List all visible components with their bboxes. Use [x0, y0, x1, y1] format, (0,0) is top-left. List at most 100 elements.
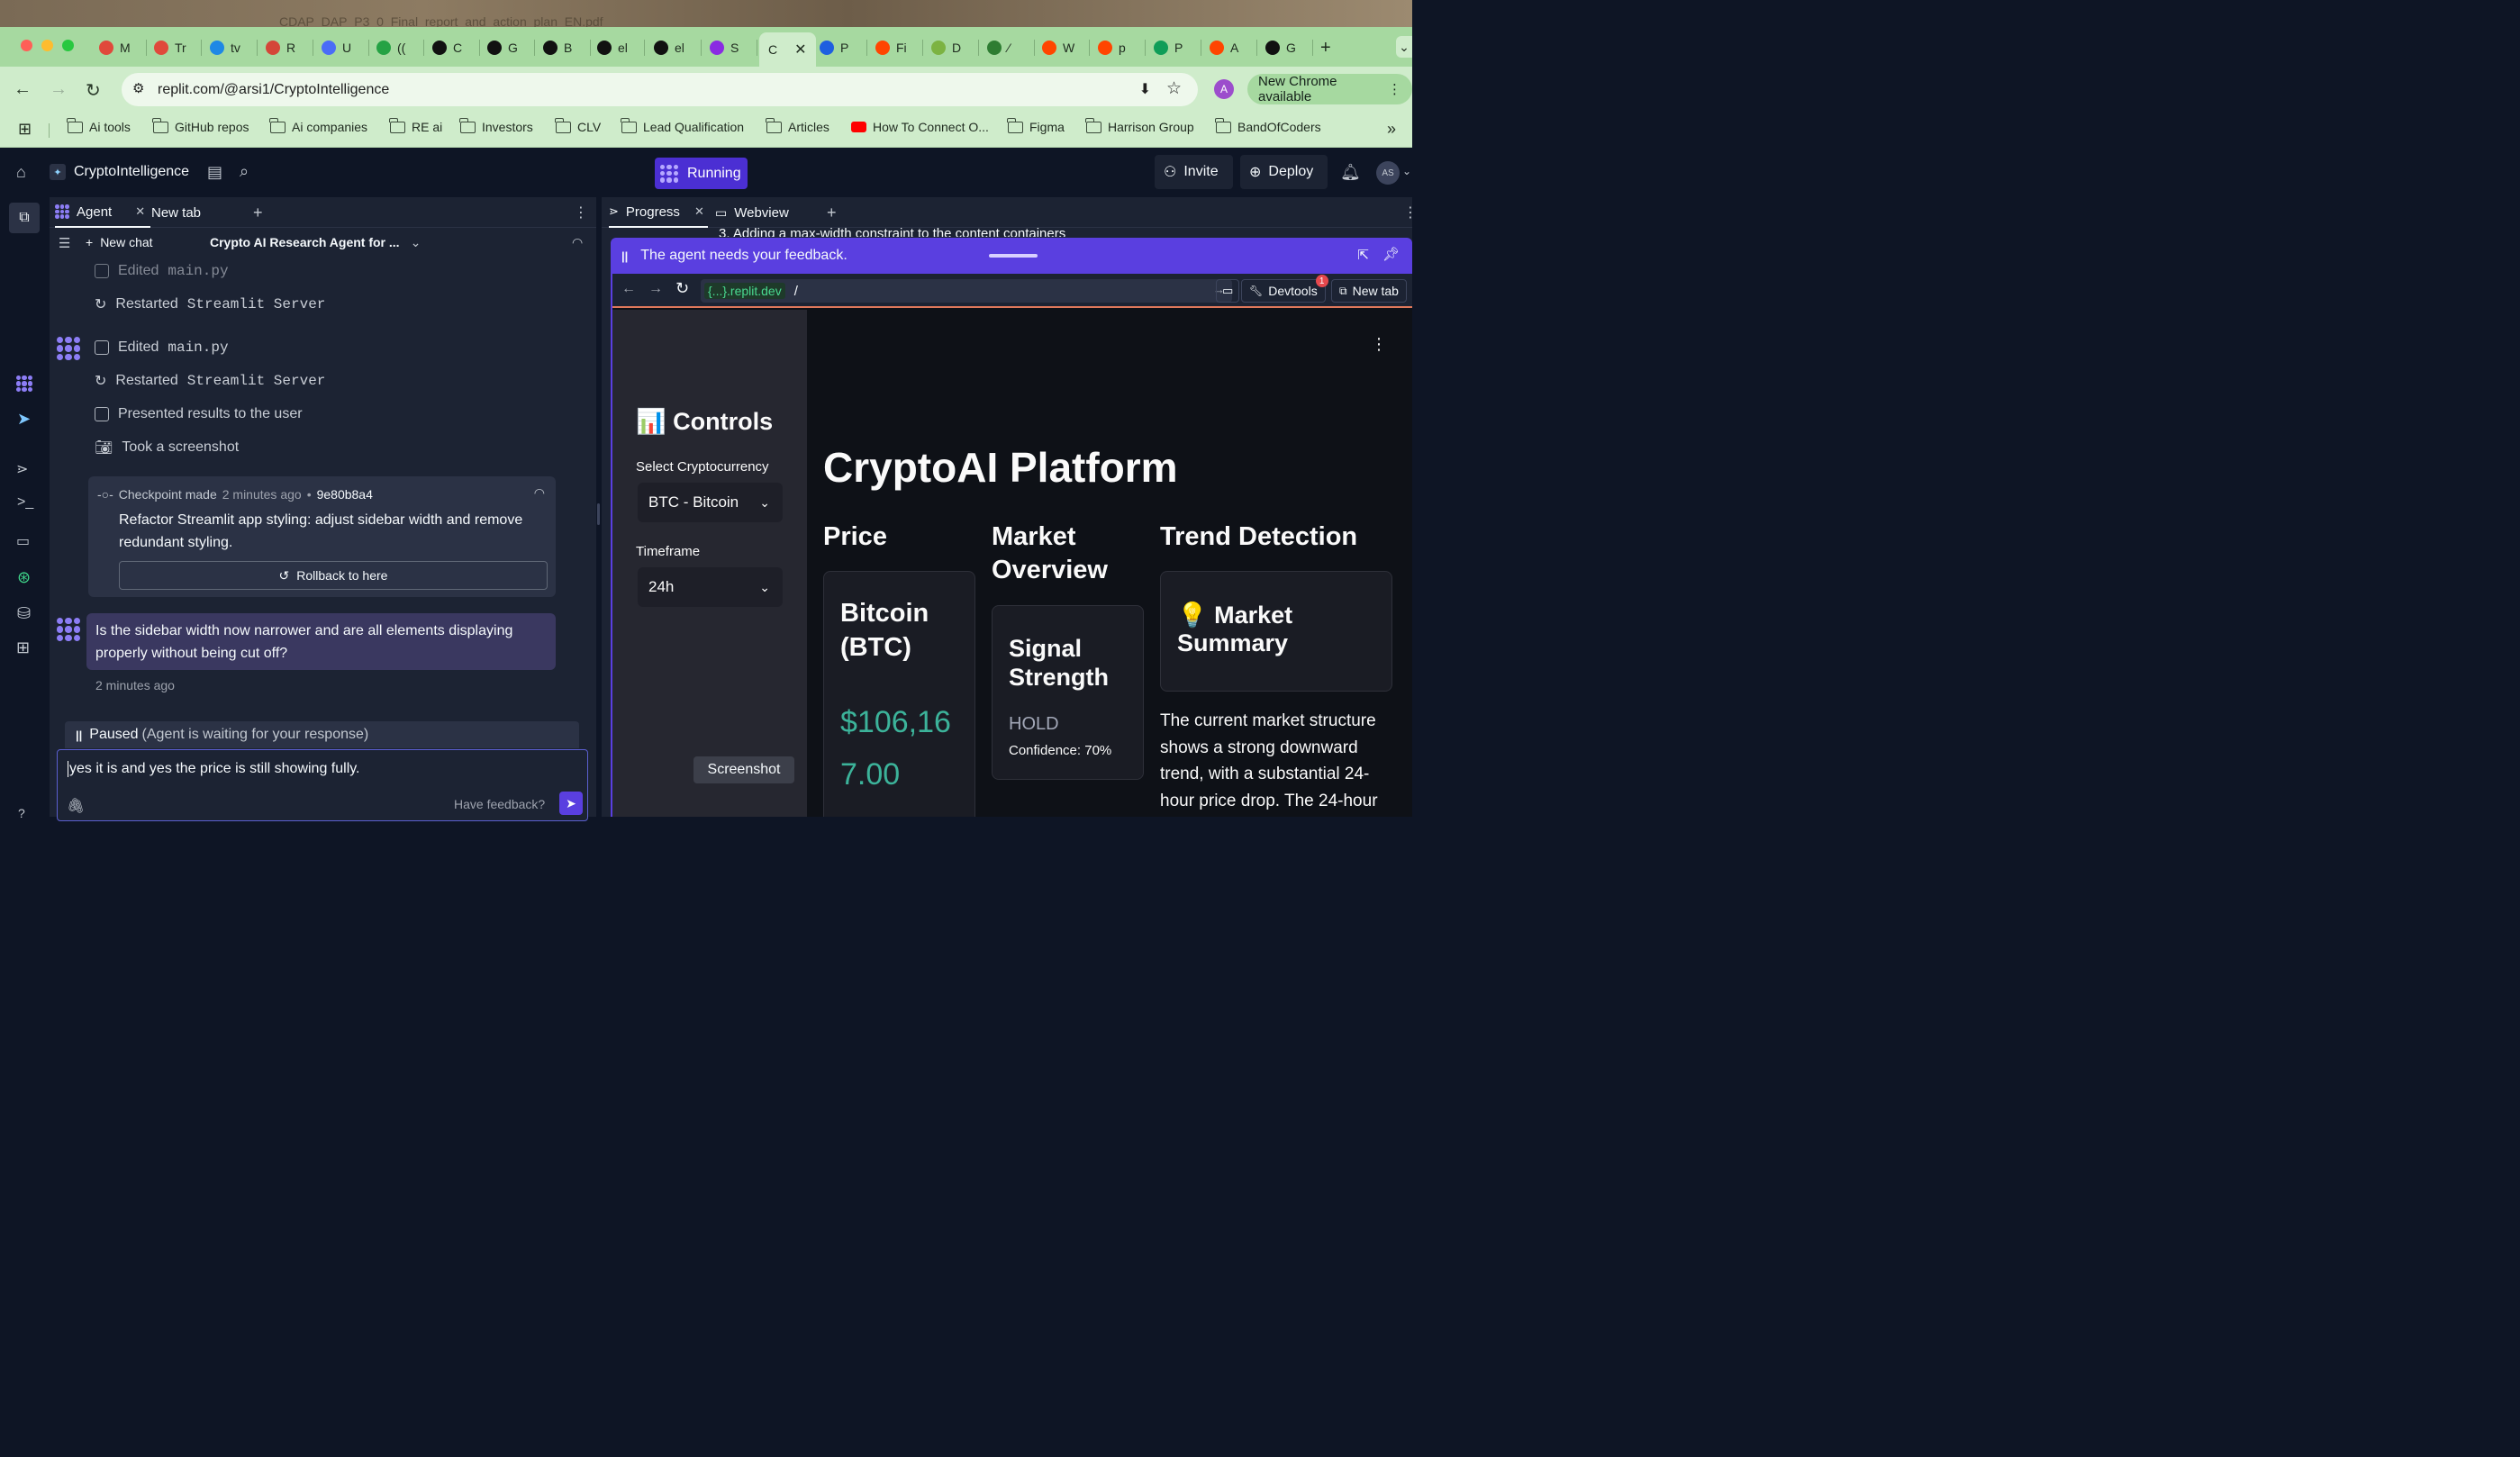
apps-grid-icon[interactable]: ⊞ — [18, 120, 32, 139]
install-app-icon[interactable]: ⬇ — [1139, 80, 1151, 98]
add-tab-plus-icon[interactable]: + — [253, 197, 263, 228]
home-icon[interactable]: ⌂ — [16, 163, 26, 182]
browser-tab[interactable]: tv — [210, 36, 240, 59]
files-panel-icon[interactable]: ⧉ — [9, 203, 40, 233]
browser-tab[interactable]: ⁄ — [987, 36, 1010, 59]
chrome-menu-icon[interactable]: ⋮ — [1388, 81, 1401, 97]
minimize-window-button[interactable] — [41, 40, 53, 51]
browser-tab[interactable]: R — [266, 36, 295, 59]
site-settings-icon[interactable]: ⚙ — [132, 80, 144, 96]
deploy-button[interactable]: ⊕ Deploy — [1240, 155, 1328, 189]
reload-icon[interactable]: ↻ — [86, 79, 101, 102]
bookmark-item[interactable]: CLV — [555, 117, 601, 134]
forward-arrow-icon[interactable]: → — [50, 79, 68, 100]
app-menu-icon[interactable]: ⋮ — [1371, 335, 1387, 354]
search-icon[interactable]: ⌕ — [240, 162, 249, 181]
bookmark-item[interactable]: Lead Qualification — [621, 117, 744, 134]
notifications-bell-icon[interactable]: 🔔︎ — [1340, 163, 1361, 182]
browser-tab[interactable]: B — [543, 36, 572, 59]
checkpoint-usage-icon[interactable]: ◠ — [534, 485, 545, 501]
usage-gauge-icon[interactable]: ◠ — [572, 235, 583, 250]
user-avatar[interactable]: AS — [1376, 161, 1400, 185]
browser-tab[interactable]: el — [654, 36, 684, 59]
browser-tab[interactable]: C — [432, 36, 462, 59]
progress-tool-icon[interactable]: ⋗ — [16, 460, 28, 478]
agent-tool-icon[interactable] — [16, 376, 32, 392]
zoom-window-button[interactable] — [62, 40, 74, 51]
profile-avatar[interactable]: A — [1214, 79, 1234, 99]
pane-menu-icon[interactable]: ⋮ — [1403, 197, 1418, 228]
send-message-button[interactable]: ➤ — [559, 792, 583, 815]
more-bookmarks-chevron-icon[interactable]: » — [1387, 120, 1396, 139]
chat-title-dropdown[interactable]: Crypto AI Research Agent for ... ⌄ — [210, 235, 421, 250]
tab-search-chevron-icon[interactable]: ⌄ — [1396, 36, 1412, 58]
new-chrome-available-button[interactable]: New Chrome available ⋮ — [1247, 74, 1412, 104]
url-omnibox[interactable]: ⚙ replit.com/@arsi1/CryptoIntelligence ⬇… — [122, 73, 1198, 106]
chat-history-list-icon[interactable]: ☰ — [59, 235, 70, 251]
avatar-chevron-icon[interactable]: ⌄ — [1402, 165, 1411, 177]
browser-tab[interactable]: D — [931, 36, 961, 59]
browser-tab[interactable]: p — [1098, 36, 1126, 59]
close-tab-icon[interactable]: ✕ — [794, 41, 806, 59]
attach-paperclip-icon[interactable]: 🖇︎ — [67, 797, 85, 815]
bookmark-item[interactable]: GitHub repos — [152, 117, 249, 134]
close-agent-tab-icon[interactable]: ✕ — [135, 204, 145, 219]
run-status-button[interactable]: Running — [655, 158, 748, 189]
browser-tab[interactable]: S — [710, 36, 739, 59]
new-tab-plus-icon[interactable]: + — [1320, 36, 1331, 59]
webview-path[interactable]: / — [794, 284, 798, 299]
device-preview-icon[interactable]: ▭ — [1216, 279, 1240, 303]
browser-tab[interactable]: P — [820, 36, 848, 59]
browser-tab[interactable]: el — [597, 36, 628, 59]
project-name[interactable]: CryptoIntelligence — [74, 164, 189, 180]
browser-tab[interactable]: A — [1210, 36, 1238, 59]
bookmark-item[interactable]: Figma — [1007, 117, 1065, 134]
crypto-select[interactable]: BTC - Bitcoin ⌄ — [638, 483, 783, 522]
url-text[interactable]: replit.com/@arsi1/CryptoIntelligence — [158, 82, 389, 98]
browser-tab[interactable]: Fi — [875, 36, 907, 59]
bookmark-star-icon[interactable]: ☆ — [1166, 78, 1182, 99]
browser-tab-active[interactable]: C ✕ — [759, 32, 816, 67]
close-progress-tab-icon[interactable]: ✕ — [694, 204, 704, 219]
tab-webview[interactable]: ▭ Webview — [715, 197, 789, 228]
database-icon[interactable]: ⛁ — [17, 604, 31, 623]
new-chat-button[interactable]: + New chat — [86, 235, 153, 249]
bookmark-item[interactable]: BandOfCoders — [1215, 117, 1321, 134]
browser-tab[interactable]: Tr — [154, 36, 186, 59]
assistant-icon[interactable]: ➤ — [17, 410, 31, 429]
message-input-text[interactable]: yes it is and yes the price is still sho… — [68, 761, 360, 777]
bookmark-item[interactable]: Articles — [766, 117, 829, 134]
webview-url-bar[interactable]: {...}.replit.dev / → — [701, 279, 1232, 303]
timeframe-select[interactable]: 24h ⌄ — [638, 567, 783, 607]
webview-back-icon[interactable]: ← — [621, 281, 636, 297]
browser-tab[interactable]: M — [99, 36, 131, 59]
agent-message-input[interactable]: yes it is and yes the price is still sho… — [57, 749, 588, 821]
bookmark-item[interactable]: How To Connect O... — [851, 120, 989, 134]
all-tools-grid-icon[interactable]: ⊞ — [16, 638, 30, 657]
back-arrow-icon[interactable]: ← — [14, 79, 32, 100]
add-tab-plus-icon[interactable]: + — [827, 197, 837, 228]
browser-tab[interactable]: G — [487, 36, 518, 59]
bookmark-item[interactable]: Ai tools — [67, 117, 131, 134]
browser-tab[interactable]: U — [322, 36, 351, 59]
bookmark-item[interactable]: Ai companies — [269, 117, 367, 134]
help-icon[interactable]: ? — [18, 806, 25, 820]
browser-tab[interactable]: W — [1042, 36, 1074, 59]
webview-tool-icon[interactable]: ▭ — [16, 532, 30, 550]
tab-new-tab[interactable]: New tab — [151, 197, 201, 228]
tab-agent[interactable]: Agent ✕ — [55, 197, 151, 228]
bookmark-item[interactable]: Investors — [459, 117, 533, 134]
browser-tab[interactable]: G — [1265, 36, 1296, 59]
shell-icon[interactable]: >_ — [17, 494, 33, 511]
webview-forward-icon[interactable]: → — [648, 281, 663, 297]
tab-progress[interactable]: ⋗ Progress ✕ — [609, 197, 708, 228]
open-new-tab-button[interactable]: ⧉ New tab — [1331, 279, 1407, 303]
deployments-icon[interactable]: ⊛ — [17, 568, 31, 587]
webview-reload-icon[interactable]: ↻ — [675, 279, 689, 298]
pop-out-icon[interactable]: ⇱ — [1357, 247, 1369, 263]
workspace-toggle-icon[interactable]: ▤ — [207, 163, 222, 182]
browser-tab[interactable]: (( — [376, 36, 405, 59]
browser-tab[interactable]: P — [1154, 36, 1183, 59]
bookmark-item[interactable]: RE ai — [389, 117, 442, 134]
feedback-link[interactable]: Have feedback? — [454, 797, 545, 811]
